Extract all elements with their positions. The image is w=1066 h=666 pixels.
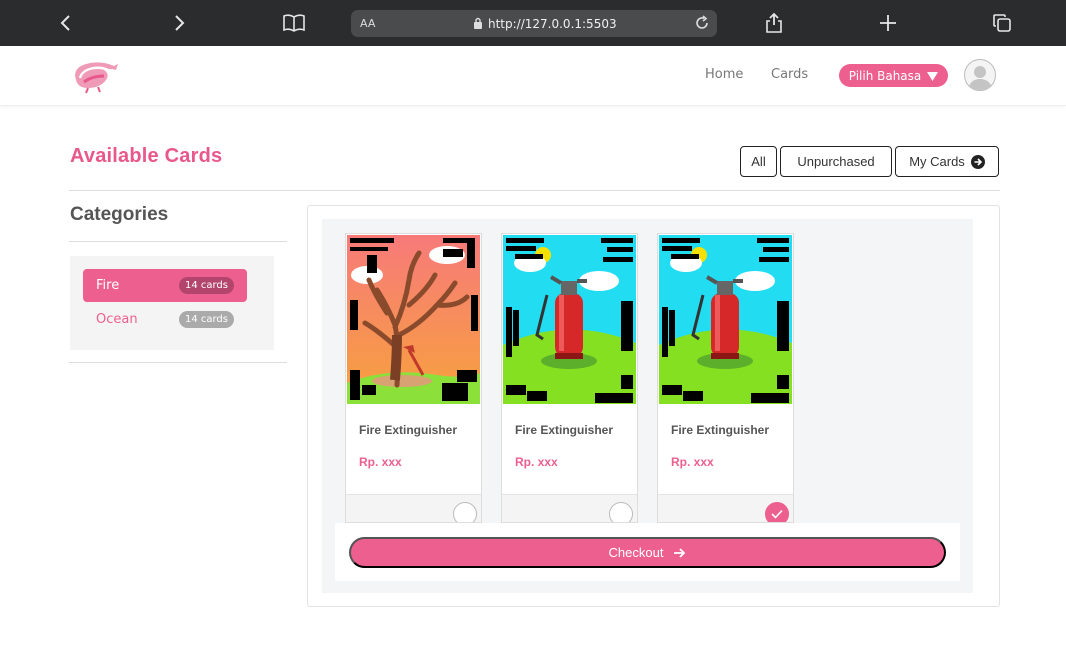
text-size-button[interactable]: AA: [360, 17, 375, 30]
cards-grid: Fire Extinguisher Rp. xxx Fire Extinguis…: [322, 219, 973, 593]
card-item[interactable]: Fire Extinguisher Rp. xxx: [501, 233, 638, 523]
checkout-button[interactable]: Checkout: [349, 537, 946, 568]
filter-all-button[interactable]: All: [740, 146, 777, 177]
card-footer: [502, 494, 637, 522]
lock-icon: [473, 17, 483, 32]
category-label: Fire: [96, 278, 120, 293]
new-tab-icon[interactable]: [876, 11, 900, 35]
my-cards-label: My Cards: [909, 154, 965, 169]
language-button-label: Pilih Bahasa: [848, 68, 922, 83]
arrow-right-icon: [674, 547, 686, 558]
address-bar[interactable]: AA http://127.0.0.1:5503: [351, 10, 717, 37]
reload-icon[interactable]: [693, 14, 711, 35]
divider: [69, 362, 287, 363]
card-name: Fire Extinguisher: [359, 423, 458, 437]
my-cards-button[interactable]: My Cards: [895, 146, 999, 177]
card-illustration-fire-extinguisher: [503, 235, 636, 404]
nav-cards-link[interactable]: Cards: [771, 67, 808, 82]
bookmarks-icon[interactable]: [282, 11, 306, 35]
arrow-circle-right-icon: [970, 154, 985, 169]
site-header: Home Cards Pilih Bahasa: [0, 46, 1066, 106]
checkout-bar: Checkout: [335, 523, 960, 581]
category-count-badge: 14 cards: [178, 311, 234, 328]
language-dropdown-button[interactable]: Pilih Bahasa: [839, 64, 948, 87]
card-price: Rp. xxx: [671, 455, 714, 469]
card-select-checkbox[interactable]: [453, 502, 477, 522]
category-list: Fire 14 cards Ocean 14 cards: [70, 256, 274, 350]
card-name: Fire Extinguisher: [515, 423, 614, 437]
caret-down-icon: [927, 71, 939, 81]
card-select-checkbox[interactable]: [609, 502, 633, 522]
card-price: Rp. xxx: [515, 455, 558, 469]
card-select-checkbox[interactable]: [765, 502, 789, 522]
card-footer: [346, 494, 481, 522]
card-footer: [658, 494, 793, 522]
card-illustration-burnt-tree: [347, 235, 480, 404]
filter-unpurchased-button[interactable]: Unpurchased: [780, 146, 892, 177]
nav-home-link[interactable]: Home: [705, 67, 743, 82]
brand-logo[interactable]: [70, 58, 120, 98]
back-icon[interactable]: [54, 11, 78, 35]
browser-toolbar: AA http://127.0.0.1:5503: [0, 0, 1066, 46]
divider: [69, 241, 287, 242]
category-count-badge: 14 cards: [178, 277, 234, 294]
checkmark-icon: [771, 509, 783, 519]
divider: [69, 190, 1000, 191]
category-label: Ocean: [96, 312, 138, 327]
category-item-fire[interactable]: Fire 14 cards: [83, 269, 247, 302]
card-item[interactable]: Fire Extinguisher Rp. xxx: [657, 233, 794, 523]
card-item[interactable]: Fire Extinguisher Rp. xxx: [345, 233, 482, 523]
page-title: Available Cards: [70, 145, 223, 167]
category-item-ocean[interactable]: Ocean 14 cards: [83, 303, 247, 336]
forward-icon[interactable]: [167, 11, 191, 35]
card-illustration-fire-extinguisher: [659, 235, 792, 404]
tabs-icon[interactable]: [990, 11, 1014, 35]
card-name: Fire Extinguisher: [671, 423, 770, 437]
checkout-label: Checkout: [608, 545, 664, 560]
cards-panel: Fire Extinguisher Rp. xxx Fire Extinguis…: [307, 205, 1000, 607]
share-icon[interactable]: [762, 11, 786, 35]
user-avatar[interactable]: [964, 59, 996, 91]
url-text: http://127.0.0.1:5503: [488, 16, 617, 31]
card-price: Rp. xxx: [359, 455, 402, 469]
categories-title: Categories: [70, 204, 169, 225]
